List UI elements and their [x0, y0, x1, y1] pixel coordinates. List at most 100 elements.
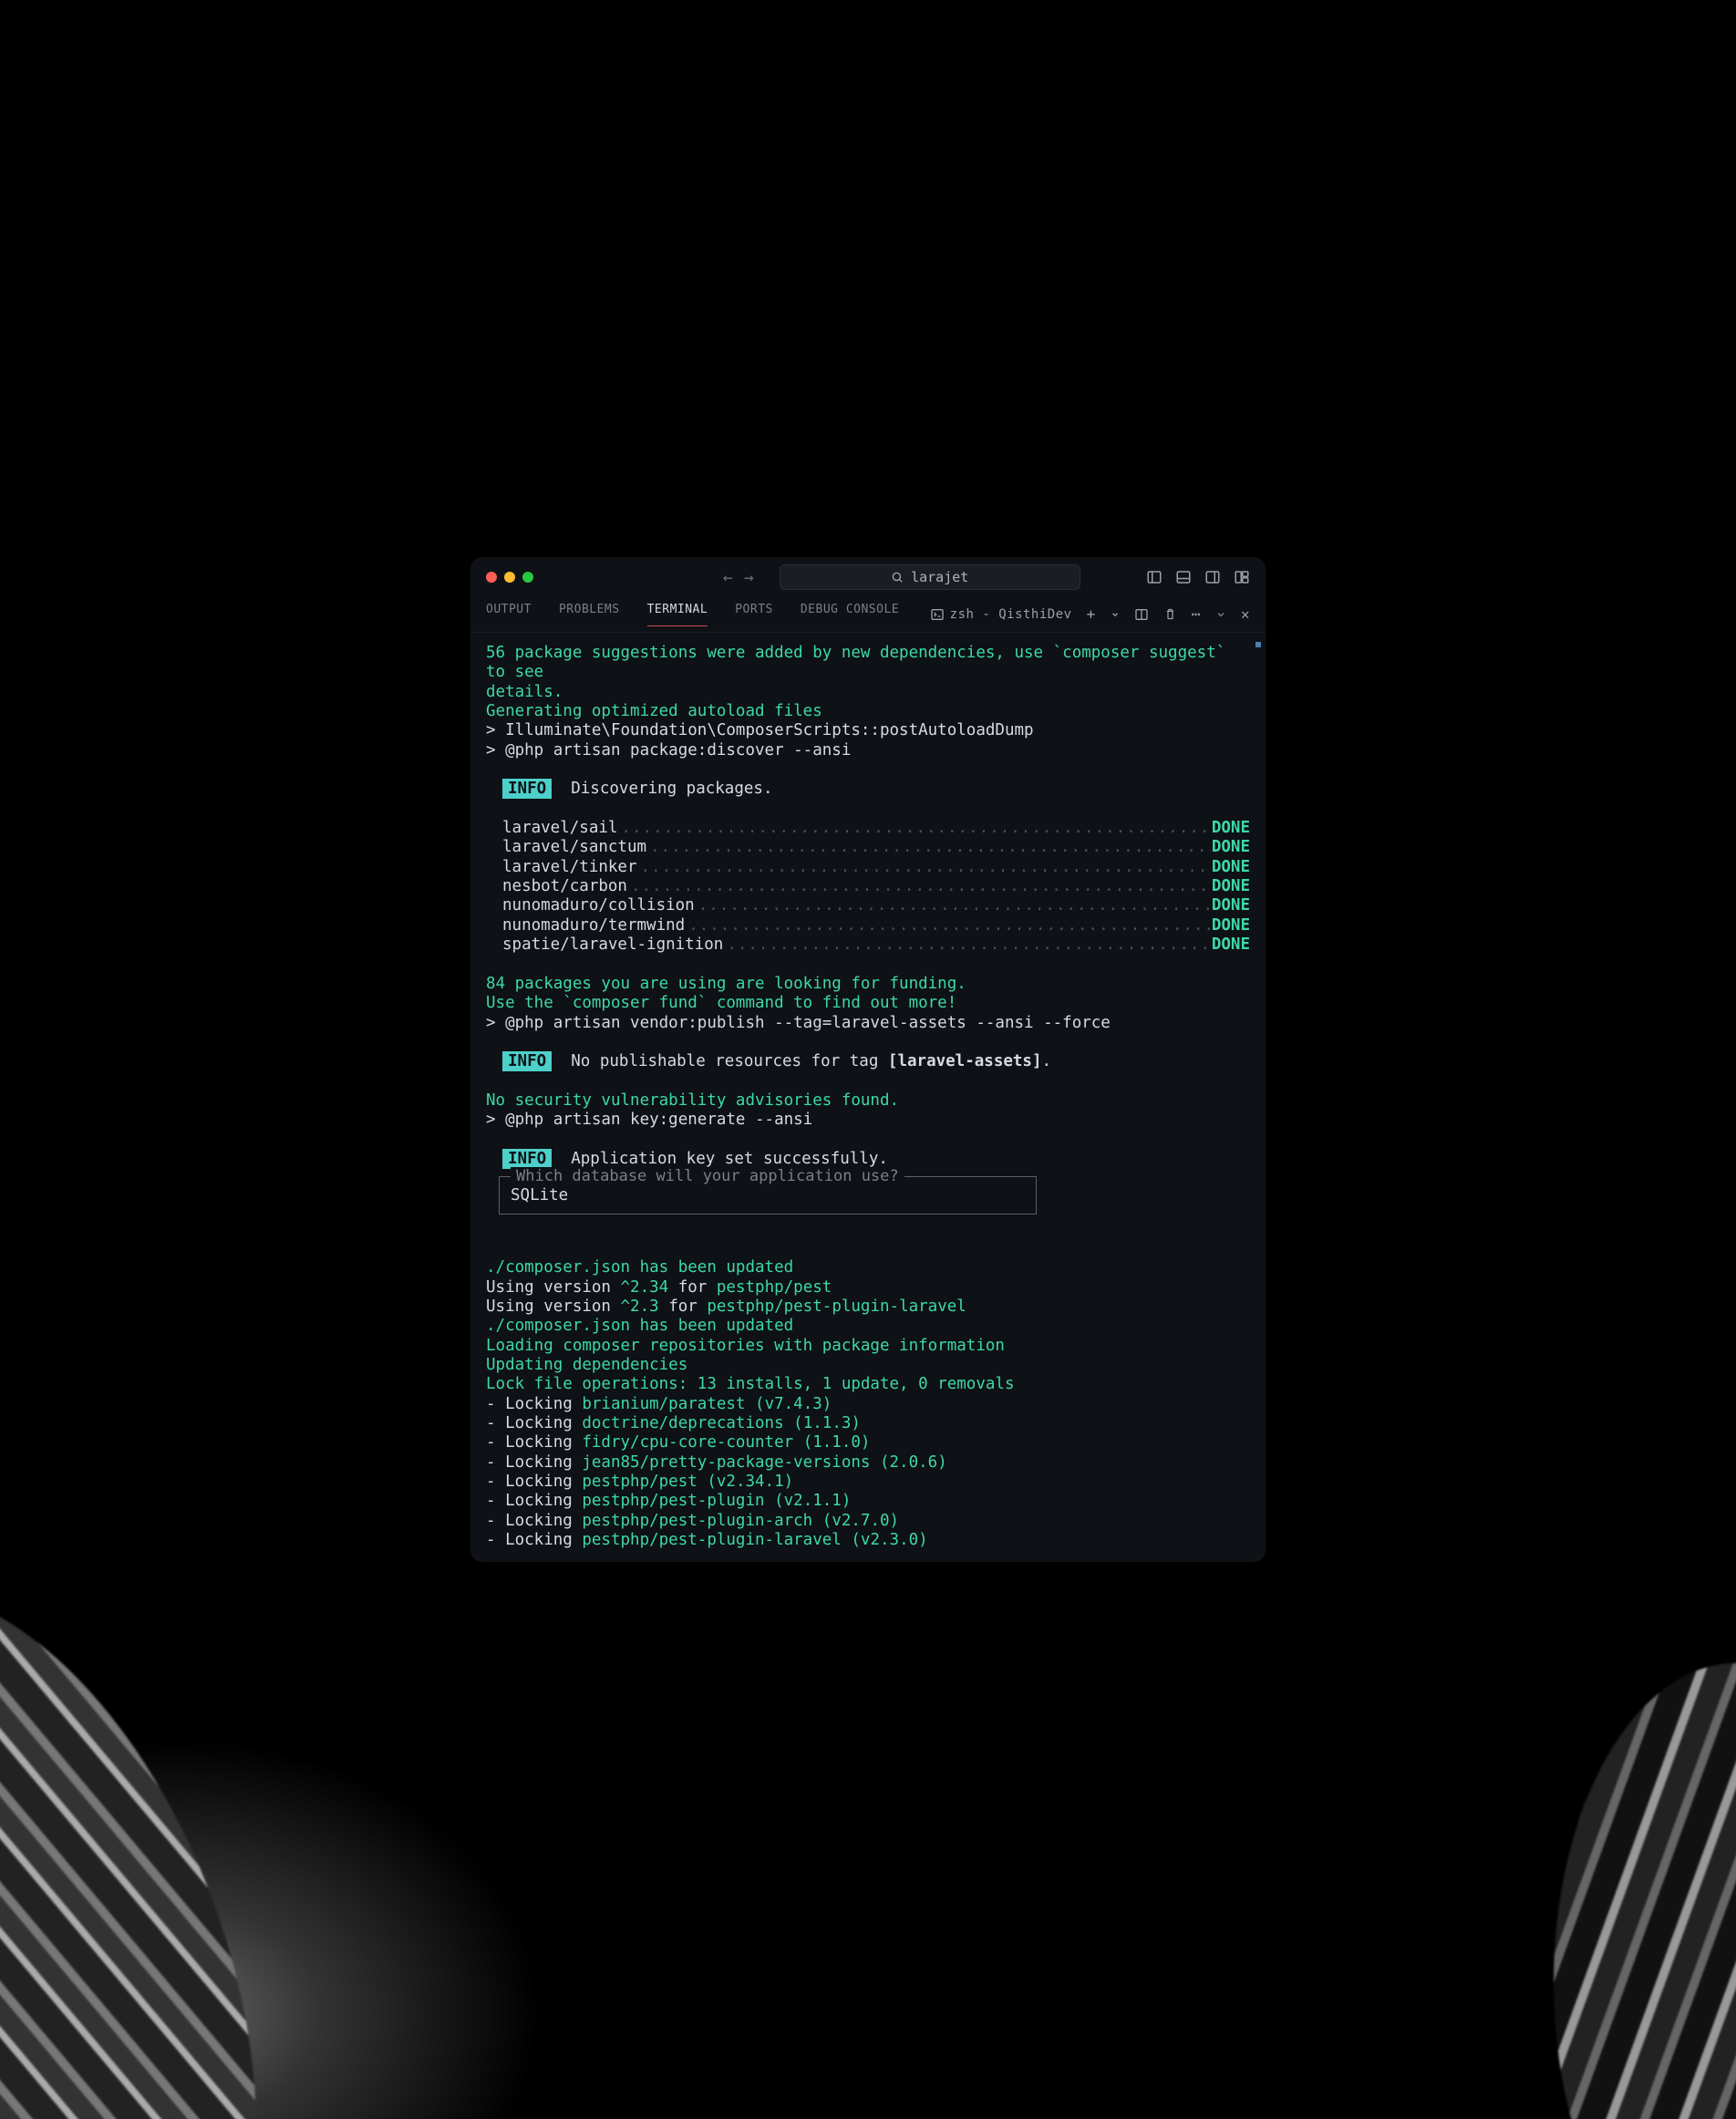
- lock-version: (v2.34.1): [707, 1473, 793, 1491]
- output-line: details.: [486, 683, 1250, 702]
- lock-version: (v2.1.1): [774, 1492, 851, 1510]
- done-label: DONE: [1212, 935, 1250, 955]
- package-name: nunomaduro/termwind: [502, 916, 685, 935]
- terminal-output[interactable]: 56 package suggestions were added by new…: [471, 633, 1265, 1561]
- blank-line: [486, 1131, 1250, 1150]
- package-row: laravel/tinker..........................…: [486, 858, 1250, 877]
- close-panel-icon[interactable]: ✕: [1241, 605, 1250, 623]
- kill-terminal-icon[interactable]: [1163, 607, 1177, 621]
- package-row: spatie/laravel-ignition.................…: [486, 935, 1250, 955]
- lock-package: jean85/pretty-package-versions: [582, 1453, 870, 1472]
- search-icon: [891, 571, 904, 584]
- terminal-icon: [930, 607, 945, 622]
- lock-row: - Locking doctrine/deprecations (1.1.3): [486, 1414, 1250, 1433]
- output-line: No security vulnerability advisories fou…: [486, 1091, 1250, 1111]
- toggle-primary-sidebar-icon[interactable]: [1146, 569, 1162, 585]
- lock-row: - Locking pestphp/pest-plugin-laravel (v…: [486, 1531, 1250, 1550]
- layout-icons: [1146, 569, 1250, 585]
- toggle-panel-icon[interactable]: [1175, 569, 1192, 585]
- output-line: Loading composer repositories with packa…: [486, 1337, 1250, 1356]
- output-line: > @php artisan package:discover --ansi: [486, 741, 1250, 760]
- lock-package: pestphp/pest-plugin: [582, 1492, 764, 1510]
- prompt-question: Which database will your application use…: [511, 1167, 904, 1186]
- terminal-dropdown-icon[interactable]: [1111, 610, 1120, 619]
- lock-package: pestphp/pest: [582, 1473, 697, 1491]
- terminal-shell-label[interactable]: zsh - QisthiDev: [930, 607, 1072, 622]
- titlebar: ← → larajet: [471, 558, 1265, 596]
- dots: ........................................…: [627, 877, 1212, 896]
- tab-ports[interactable]: PORTS: [735, 603, 773, 625]
- search-text: larajet: [911, 569, 968, 585]
- window-controls: [486, 572, 533, 583]
- package-name: nunomaduro/collision: [502, 896, 695, 915]
- done-label: DONE: [1212, 838, 1250, 857]
- command-search[interactable]: larajet: [780, 564, 1080, 590]
- blank-line: [486, 760, 1250, 780]
- lock-package: pestphp/pest-plugin-arch: [582, 1512, 812, 1530]
- editor-window: ← → larajet OUTPUT PROBLEMS TERMINAL POR…: [471, 558, 1265, 1561]
- tab-debug-console[interactable]: DEBUG CONSOLE: [801, 603, 899, 625]
- tab-terminal[interactable]: TERMINAL: [647, 603, 708, 626]
- dots: ........................................…: [695, 896, 1212, 915]
- done-label: DONE: [1212, 896, 1250, 915]
- info-badge: INFO: [502, 779, 552, 799]
- chevron-down-icon[interactable]: [1215, 609, 1226, 620]
- package-row: nunomaduro/collision....................…: [486, 896, 1250, 915]
- nav-forward-icon[interactable]: →: [744, 568, 754, 587]
- blank-line: [486, 1033, 1250, 1052]
- lock-package: doctrine/deprecations: [582, 1414, 783, 1432]
- customize-layout-icon[interactable]: [1234, 569, 1250, 585]
- close-window-button[interactable]: [486, 572, 497, 583]
- dots: ........................................…: [723, 935, 1212, 955]
- package-name: laravel/sanctum: [502, 838, 646, 857]
- lock-row: - Locking pestphp/pest-plugin-arch (v2.7…: [486, 1512, 1250, 1531]
- info-line: INFO Application key set successfully.: [486, 1150, 1250, 1169]
- tab-problems[interactable]: PROBLEMS: [559, 603, 620, 625]
- panel-tabs: OUTPUT PROBLEMS TERMINAL PORTS DEBUG CON…: [471, 596, 1265, 633]
- info-line: INFO Discovering packages.: [486, 780, 1250, 799]
- package-row: laravel/sail............................…: [486, 819, 1250, 838]
- minimize-window-button[interactable]: [504, 572, 515, 583]
- blank-line: [486, 956, 1250, 975]
- dots: ........................................…: [617, 819, 1211, 838]
- tab-output[interactable]: OUTPUT: [486, 603, 532, 625]
- output-line: > Illuminate\Foundation\ComposerScripts:…: [486, 721, 1250, 740]
- output-line: Lock file operations: 13 installs, 1 upd…: [486, 1375, 1250, 1394]
- nav-back-icon[interactable]: ←: [723, 568, 733, 587]
- lock-package: brianium/paratest: [582, 1395, 745, 1413]
- output-line: Using version ^2.3 for pestphp/pest-plug…: [486, 1297, 1250, 1317]
- output-line: ./composer.json has been updated: [486, 1258, 1250, 1277]
- blank-line: [486, 1072, 1250, 1091]
- dots: ........................................…: [646, 838, 1212, 857]
- new-terminal-icon[interactable]: +: [1087, 605, 1096, 623]
- dots: ........................................…: [637, 858, 1212, 877]
- more-actions-icon[interactable]: ⋯: [1192, 605, 1201, 623]
- lock-version: (1.1.0): [803, 1433, 871, 1452]
- output-line: Use the `composer fund` command to find …: [486, 994, 1250, 1013]
- info-line: INFO No publishable resources for tag [l…: [486, 1052, 1250, 1071]
- output-line: Generating optimized autoload files: [486, 702, 1250, 721]
- package-name: laravel/sail: [502, 819, 617, 838]
- blank-line: [486, 800, 1250, 819]
- nav-arrows: ← →: [723, 568, 754, 587]
- done-label: DONE: [1212, 819, 1250, 838]
- toggle-secondary-sidebar-icon[interactable]: [1204, 569, 1221, 585]
- lock-package: pestphp/pest-plugin-laravel: [582, 1531, 841, 1549]
- output-line: Updating dependencies: [486, 1356, 1250, 1375]
- database-prompt[interactable]: Which database will your application use…: [499, 1176, 1037, 1214]
- done-label: DONE: [1212, 858, 1250, 877]
- lock-version: (v2.7.0): [822, 1512, 899, 1530]
- lock-package: fidry/cpu-core-counter: [582, 1433, 793, 1452]
- info-badge: INFO: [502, 1051, 552, 1071]
- maximize-window-button[interactable]: [522, 572, 533, 583]
- prompt-answer: SQLite: [511, 1186, 1025, 1205]
- lock-version: (2.0.6): [880, 1453, 947, 1472]
- lock-row: - Locking brianium/paratest (v7.4.3): [486, 1395, 1250, 1414]
- split-terminal-icon[interactable]: [1134, 607, 1149, 622]
- output-line: 56 package suggestions were added by new…: [486, 644, 1250, 683]
- package-row: laravel/sanctum.........................…: [486, 838, 1250, 857]
- scroll-marker: [1256, 642, 1261, 647]
- blank-line: [486, 1239, 1250, 1258]
- info-badge: INFO: [502, 1149, 552, 1169]
- lock-row: - Locking jean85/pretty-package-versions…: [486, 1453, 1250, 1473]
